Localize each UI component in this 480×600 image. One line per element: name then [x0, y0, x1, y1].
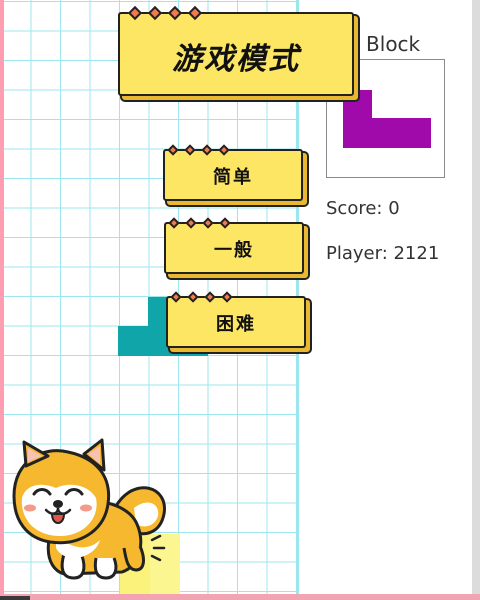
- hard-mode-label: 困难: [216, 314, 256, 335]
- decor-dots: [168, 217, 231, 229]
- normal-mode-label: 一般: [214, 240, 254, 261]
- window-frame-corner: [0, 596, 30, 600]
- decor-dots: [170, 291, 233, 303]
- shiba-dog-icon: [12, 438, 166, 580]
- window-frame-right: [472, 0, 480, 600]
- teal-block: [118, 326, 148, 356]
- decor-dots: [127, 5, 203, 21]
- next-block-cell: [343, 118, 431, 148]
- easy-mode-button[interactable]: 简单: [163, 144, 303, 201]
- player-text: Player: 2121: [326, 243, 440, 264]
- normal-mode-button[interactable]: 一般: [164, 217, 304, 274]
- game-mode-title: 游戏模式: [172, 42, 300, 77]
- window-frame-bottom: [0, 594, 480, 600]
- hard-mode-button[interactable]: 困难: [166, 291, 306, 348]
- window-frame-left: [0, 0, 4, 600]
- score-text: Score: 0: [326, 198, 400, 219]
- decor-dots: [167, 144, 230, 156]
- game-mode-title-sign: 游戏模式: [118, 5, 354, 96]
- easy-mode-label: 简单: [213, 167, 253, 188]
